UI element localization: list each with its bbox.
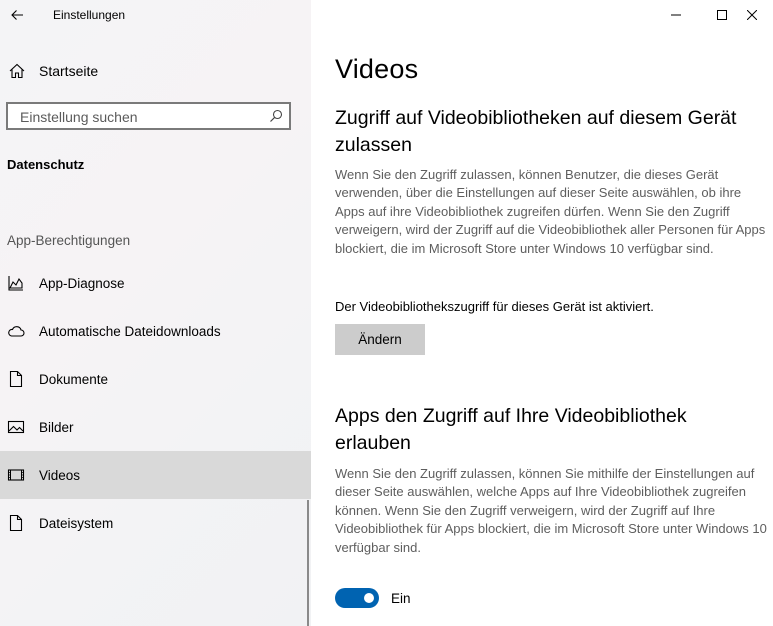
close-icon (747, 10, 757, 20)
minimize-icon (671, 14, 681, 16)
sidebar-item-filesystem[interactable]: Dateisystem (0, 499, 311, 547)
sidebar-item-home[interactable]: Startseite (0, 56, 311, 86)
chart-icon (8, 276, 23, 291)
cloud-icon (8, 326, 25, 337)
toggle-knob (364, 593, 374, 603)
home-icon (9, 63, 25, 79)
sidebar-item-auto-downloads[interactable]: Automatische Dateidownloads (0, 307, 311, 355)
sidebar-item-label: Bilder (39, 420, 74, 435)
sidebar-item-label: Dokumente (39, 372, 109, 387)
search-icon[interactable] (269, 109, 283, 123)
maximize-icon (717, 10, 727, 20)
sidebar-item-videos[interactable]: Videos (0, 451, 311, 499)
close-button[interactable] (731, 0, 773, 30)
minimize-button[interactable] (653, 0, 699, 30)
sidebar-item-label: Videos (39, 468, 81, 483)
content-pane: Videos Zugriff auf Videobibliotheken auf… (311, 0, 773, 626)
section-heading-app-access: Apps den Zugriff auf Ihre Videobibliothe… (335, 405, 687, 454)
sidebar: Einstellungen Startseite Datenschutz App… (0, 0, 311, 626)
search-box[interactable] (6, 102, 291, 130)
section-heading-device-access: Zugriff auf Videobibliotheken auf diesem… (335, 107, 737, 156)
back-arrow-icon (11, 10, 23, 20)
section-title: Datenschutz (7, 157, 85, 172)
group-label: App-Berechtigungen (7, 233, 131, 248)
file-icon (9, 514, 23, 532)
sidebar-scrollbar[interactable] (307, 500, 309, 626)
document-icon (9, 370, 23, 388)
section-description-app-access: Wenn Sie den Zugriff zulassen, können Si… (335, 466, 767, 555)
sidebar-item-pictures[interactable]: Bilder (0, 403, 311, 451)
toggle-label: Ein (391, 591, 411, 606)
sidebar-item-label: Startseite (39, 63, 99, 79)
sidebar-item-label: Automatische Dateidownloads (39, 324, 221, 339)
title-bar: Einstellungen (0, 0, 311, 30)
device-access-status: Der Videobibliothekszugriff für dieses G… (335, 299, 654, 314)
sidebar-item-label: Dateisystem (39, 516, 114, 531)
back-button[interactable] (6, 4, 28, 26)
app-access-toggle[interactable] (335, 588, 379, 608)
picture-icon (7, 420, 25, 434)
change-button[interactable]: Ändern (335, 324, 425, 355)
sidebar-item-label: App-Diagnose (39, 276, 125, 291)
section-description-device-access: Wenn Sie den Zugriff zulassen, können Be… (335, 167, 766, 256)
sidebar-item-app-diagnose[interactable]: App-Diagnose (0, 259, 311, 307)
sidebar-item-documents[interactable]: Dokumente (0, 355, 311, 403)
page-title: Videos (335, 54, 419, 84)
video-icon (7, 469, 25, 481)
app-title: Einstellungen (53, 8, 126, 22)
search-input[interactable] (18, 107, 262, 127)
